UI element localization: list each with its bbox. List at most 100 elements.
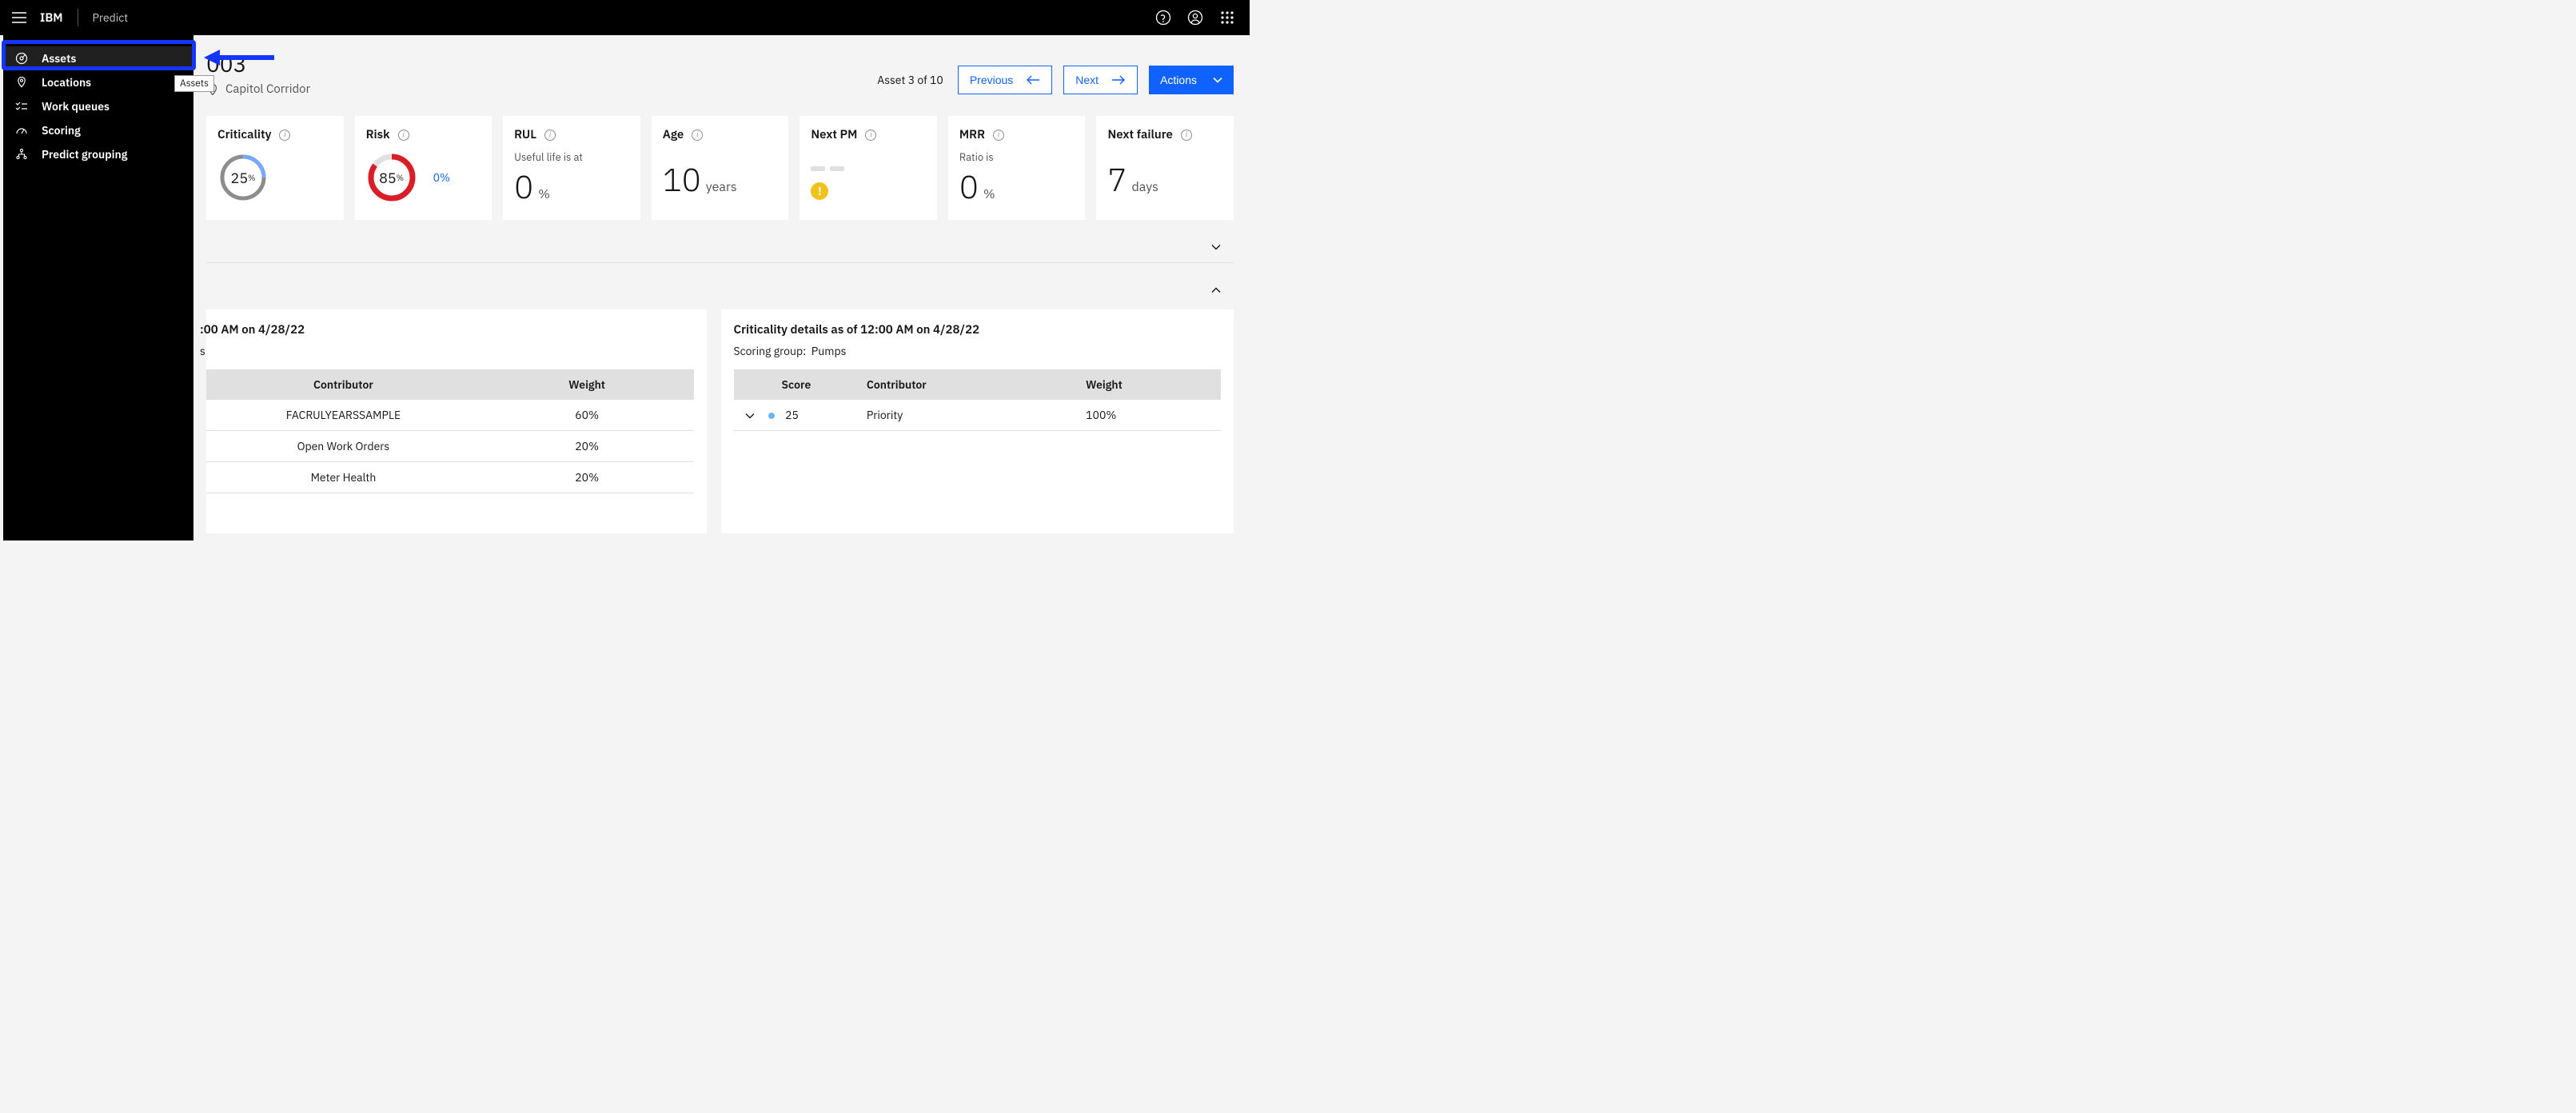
table-row[interactable]: FACRULYEARSSAMPLE 60% [206,400,694,431]
criticality-card[interactable]: Criticality i 25% [206,116,344,220]
col-contributor: Contributor [855,369,1075,400]
location-name: Capitol Corridor [225,82,310,97]
next-failure-title: Next failure [1107,127,1172,142]
criticality-details-panel: Criticality details as of 12:00 AM on 4/… [721,309,1234,533]
top-header: IBM Predict [0,0,1250,35]
chevron-down-icon[interactable] [1210,241,1222,253]
col-weight: Weight [481,369,694,400]
hamburger-icon [12,12,26,23]
col-weight: Weight [1075,369,1221,400]
next-pm-card[interactable]: Next PM i ! [800,116,937,220]
info-icon[interactable]: i [692,130,703,141]
mrr-value: 0 [959,170,979,202]
sidebar-item-label: Assets [42,51,76,66]
asset-counter: Asset 3 of 10 [877,73,943,87]
col-contributor: Contributor [206,369,481,400]
user-profile-button[interactable] [1179,0,1211,35]
score-dot-icon [768,413,775,419]
gauge-icon [14,51,29,66]
brand-label: IBM [32,10,78,26]
section-strip-1[interactable] [206,231,1234,263]
next-failure-value: 7 [1107,163,1127,195]
help-button[interactable] [1147,0,1179,35]
sidebar-item-work-queues[interactable]: Work queues [3,94,193,118]
rul-value: 0 [514,170,533,202]
actions-button[interactable]: Actions [1149,66,1234,94]
sidebar-item-assets[interactable]: Assets [3,46,193,70]
risk-title: Risk [366,127,390,142]
actions-button-label: Actions [1160,74,1197,86]
next-pm-title: Next PM [811,127,857,142]
info-icon[interactable]: i [398,130,409,141]
location-row: Capitol Corridor [206,82,877,97]
location-pin-icon [206,83,219,96]
criticality-title: Criticality [217,127,271,142]
table-row[interactable]: Meter Health 20% [206,462,694,493]
health-contributor-table: Contributor Weight FACRULYEARSSAMPLE 60%… [206,369,694,493]
section-strip-2[interactable] [206,274,1234,306]
sidebar-item-label: Predict grouping [42,147,127,162]
table-row[interactable]: Open Work Orders 20% [206,431,694,462]
chevron-up-icon[interactable] [1210,284,1222,297]
pm-empty-bars [811,166,926,171]
risk-card[interactable]: Risk i 85% 0% [355,116,492,220]
rul-subtitle: Useful life is at [514,150,629,164]
info-icon[interactable]: i [279,130,290,141]
location-pin-icon [14,75,29,90]
left-scoring-fragment: s [200,344,688,358]
risk-delta: 0% [433,170,450,185]
sidebar-item-scoring[interactable]: Scoring [3,118,193,142]
warning-icon: ! [811,182,828,200]
risk-value: 85 [379,169,397,187]
rul-unit: % [538,188,550,201]
risk-ring: 85% [366,152,417,203]
mrr-title: MRR [959,127,985,142]
hamburger-menu-button[interactable] [6,5,32,30]
hierarchy-icon [14,147,29,162]
age-title: Age [663,127,684,142]
arrow-right-icon [1111,74,1126,86]
scoring-group-label: Scoring group: [734,344,807,358]
info-icon[interactable]: i [993,130,1004,141]
rul-card[interactable]: RUL i Useful life is at 0 % [503,116,640,220]
help-icon [1155,10,1171,26]
sidebar-item-predict-grouping[interactable]: Predict grouping [3,142,193,166]
table-row[interactable]: 25 Priority 100% [734,400,1222,431]
age-unit: years [706,181,737,193]
sidebar-item-label: Locations [42,75,91,90]
mrr-card[interactable]: MRR i Ratio is 0 % [948,116,1086,220]
previous-button-label: Previous [970,74,1013,86]
age-card[interactable]: Age i 10 years [652,116,789,220]
page-title: 003 [206,53,877,75]
app-switcher-button[interactable] [1211,0,1243,35]
scoring-group-value: Pumps [811,344,847,358]
chevron-down-icon [1213,77,1222,83]
right-panel-title: Criticality details as of 12:00 AM on 4/… [734,322,1222,337]
info-icon[interactable]: i [865,130,876,141]
previous-button[interactable]: Previous [958,66,1052,94]
age-value: 10 [663,163,701,195]
col-score: Score [734,369,855,400]
info-icon[interactable]: i [1181,130,1192,141]
criticality-value: 25 [231,169,249,187]
sidebar-item-label: Work queues [42,99,110,114]
info-icon[interactable]: i [544,130,556,141]
sidebar-item-locations[interactable]: Locations [3,70,193,94]
next-failure-unit: days [1131,181,1158,193]
mrr-unit: % [983,188,995,201]
speedometer-icon [14,123,29,138]
health-details-panel: :00 AM on 4/28/22 s Contributor Weight F… [206,309,707,533]
score-value: 25 [785,408,799,422]
next-button-label: Next [1075,74,1099,86]
criticality-contributor-table: Score Contributor Weight 25 [734,369,1222,431]
criticality-ring: 25% [217,152,269,203]
table-header-row: Score Contributor Weight [734,369,1222,400]
row-expand-chevron[interactable] [745,413,755,419]
app-grid-icon [1220,10,1234,25]
next-failure-card[interactable]: Next failure i 7 days [1096,116,1234,220]
checklist-icon [14,99,29,114]
sidebar: Assets Locations Work queues Scoring Pre… [3,35,193,541]
arrow-left-icon [1026,74,1040,86]
user-icon [1187,10,1203,26]
next-button[interactable]: Next [1063,66,1138,94]
